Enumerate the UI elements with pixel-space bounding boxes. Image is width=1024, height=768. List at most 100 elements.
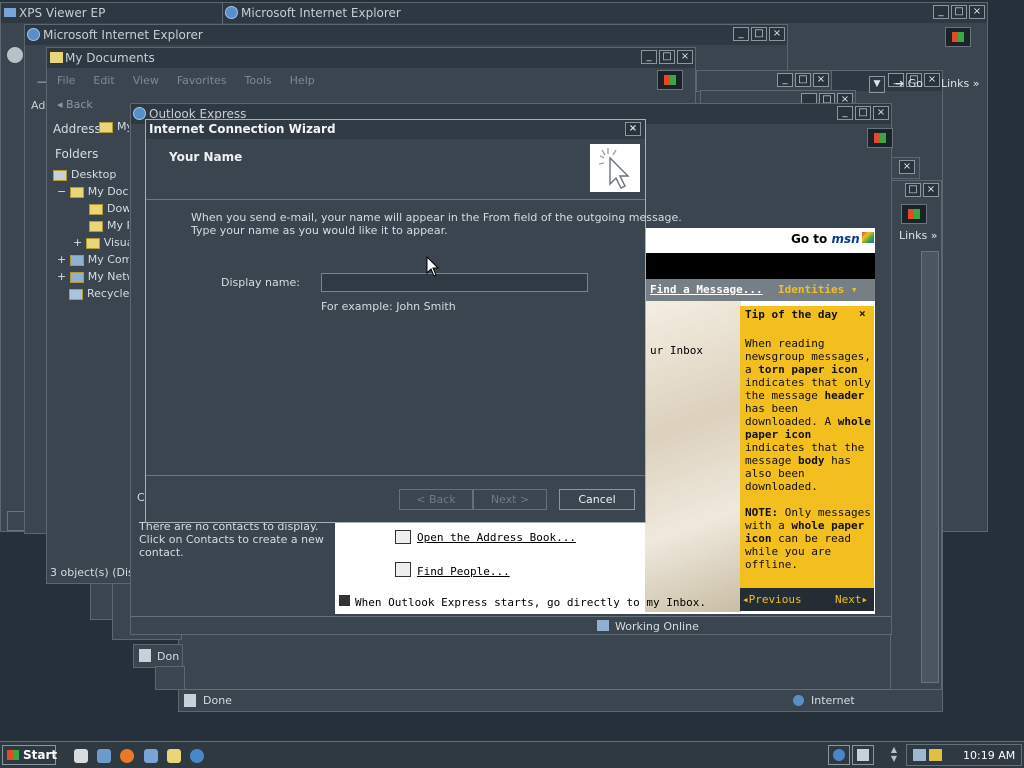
wizard-back-button[interactable]: < Back — [399, 489, 473, 510]
links-button[interactable]: Links » — [941, 77, 980, 90]
dock-window[interactable]: Don — [133, 644, 183, 668]
display-name-input[interactable] — [321, 273, 588, 292]
close-button[interactable]: × — [677, 50, 693, 64]
task-button-1[interactable] — [828, 745, 850, 765]
address-book-icon — [395, 530, 411, 544]
my-documents-title-bar[interactable]: My Documents _ □ × — [47, 48, 695, 68]
xps-small-button[interactable] — [7, 47, 23, 63]
tree-item-visual[interactable]: + Visual Studio — [73, 236, 129, 249]
connection-wizard-dialog[interactable]: Internet Connection Wizard × Your Name W… — [145, 119, 682, 523]
ie-window-d[interactable]: × — [890, 157, 920, 179]
address-dropdown[interactable]: ▼ — [869, 76, 885, 93]
wizard-next-button[interactable]: Next > — [473, 489, 547, 510]
maximize-button[interactable]: □ — [659, 50, 675, 64]
tree-item-desktop[interactable]: Desktop — [53, 168, 116, 181]
tip-previous-button[interactable]: ◂Previous — [742, 593, 802, 606]
maximize-button[interactable]: □ — [795, 73, 811, 87]
find-people-link[interactable]: Find People... — [417, 565, 510, 578]
menu-item-tools[interactable]: Tools — [245, 74, 272, 87]
close-button[interactable]: × — [899, 160, 915, 174]
maximize-button[interactable]: □ — [751, 27, 767, 41]
tip-title: Tip of the day — [745, 308, 838, 321]
quicklaunch-explorer-icon[interactable] — [74, 749, 88, 763]
start-button[interactable]: Start — [2, 745, 58, 765]
maximize-button[interactable]: □ — [951, 5, 967, 19]
close-button[interactable]: × — [873, 106, 889, 120]
go-button[interactable]: ➜ Go — [895, 77, 923, 90]
ie-back-title: Microsoft Internet Explorer — [241, 6, 401, 20]
contacts-empty-text: There are no contacts to display. Click … — [139, 520, 324, 559]
menu-item-file[interactable]: File — [57, 74, 75, 87]
scrollbar-e[interactable] — [921, 251, 939, 683]
quicklaunch-firefox-icon[interactable] — [120, 749, 134, 763]
task-scroll-arrows[interactable]: ▲ ▼ — [888, 745, 900, 765]
start-windows-icon — [7, 750, 19, 760]
quicklaunch-xps-icon[interactable] — [144, 749, 158, 763]
address-label: Address — [53, 122, 101, 136]
quicklaunch-ie-icon[interactable] — [190, 749, 204, 763]
close-button[interactable]: × — [923, 183, 939, 197]
open-address-book-link[interactable]: Open the Address Book... — [417, 531, 576, 544]
wizard-close-button[interactable]: × — [625, 122, 641, 136]
tip-next-button[interactable]: Next▸ — [835, 593, 868, 606]
close-button[interactable]: × — [769, 27, 785, 41]
tray-security-icon[interactable] — [929, 749, 942, 761]
start-label: Start — [23, 748, 58, 762]
tip-next-label: Next — [835, 593, 862, 606]
wizard-cancel-button[interactable]: Cancel — [559, 489, 635, 510]
wizard-title-bar[interactable]: Internet Connection Wizard × — [146, 120, 645, 139]
ie-second-title-bar[interactable]: Microsoft Internet Explorer _ □ × — [25, 25, 787, 45]
minimize-button[interactable]: _ — [641, 50, 657, 64]
task-button-2[interactable] — [852, 745, 874, 765]
online-computer-icon — [597, 620, 609, 631]
dock-label: Don — [157, 650, 180, 663]
minimize-button[interactable]: _ — [733, 27, 749, 41]
menu-item-edit[interactable]: Edit — [93, 74, 114, 87]
close-button[interactable]: × — [813, 73, 829, 87]
tip-close-icon[interactable]: × — [859, 307, 866, 320]
tree-item-network[interactable]: + My Network Places — [57, 270, 129, 283]
inbox-fragment: ur Inbox — [650, 344, 703, 357]
wizard-header-title: Your Name — [169, 150, 243, 164]
xps-title-bar[interactable]: XPS Viewer EP — [1, 3, 224, 23]
wizard-header: Your Name — [146, 139, 645, 200]
menu-item-help[interactable]: Help — [290, 74, 315, 87]
tree-item-downloads[interactable]: Downloads — [89, 202, 129, 215]
ie-window-b[interactable]: _ □ × — [696, 70, 832, 92]
tree-item-my-documents[interactable]: − My Documents — [57, 185, 129, 198]
identities-menu[interactable]: Identities ▾ — [778, 283, 857, 296]
ie-back-title-bar[interactable]: Microsoft Internet Explorer _ □ × — [223, 3, 987, 23]
quicklaunch-windows-icon[interactable] — [97, 749, 111, 763]
menu-item-view[interactable]: View — [133, 74, 159, 87]
tree-item-my-pictures[interactable]: My Pictures — [89, 219, 129, 232]
maximize-button[interactable]: □ — [855, 106, 871, 120]
maximize-button[interactable]: □ — [905, 183, 921, 197]
find-message-link[interactable]: Find a Message... — [650, 283, 763, 296]
menu-item-favorites[interactable]: Favorites — [177, 74, 227, 87]
quicklaunch-folder-icon[interactable] — [167, 749, 181, 763]
close-button[interactable]: × — [969, 5, 985, 19]
tip-of-the-day-panel: Tip of the day × When reading newsgroup … — [740, 306, 874, 588]
windows-logo-icon — [657, 70, 683, 90]
address-field[interactable]: My Documents — [99, 120, 129, 138]
minimize-button[interactable]: _ — [837, 106, 853, 120]
msn-logo: msn — [831, 232, 860, 246]
minimize-button[interactable]: _ — [933, 5, 949, 19]
network-icon — [69, 271, 84, 283]
ie-window-e[interactable]: □ × Links » — [890, 180, 942, 690]
links-button-e[interactable]: Links » — [899, 229, 938, 242]
msn-link[interactable]: Go to msn — [791, 232, 860, 246]
tray-network-icon[interactable] — [913, 749, 926, 761]
chevron-down-icon: ▾ — [850, 283, 858, 296]
tree-item-recycle[interactable]: Recycle Bin — [69, 287, 129, 300]
address-value: My Documents — [117, 120, 129, 133]
minimize-button[interactable]: _ — [777, 73, 793, 87]
tree-item-my-computer[interactable]: + My Computer — [57, 253, 129, 266]
folder-icon — [50, 52, 63, 63]
page-icon — [184, 694, 196, 707]
close-button[interactable]: × — [924, 73, 940, 87]
clock: 10:19 AM — [963, 749, 1016, 762]
back-button[interactable]: ◂ Back — [57, 98, 93, 111]
tip-nav-bar: ◂Previous Next▸ — [740, 588, 874, 611]
startup-checkbox[interactable] — [339, 595, 350, 606]
